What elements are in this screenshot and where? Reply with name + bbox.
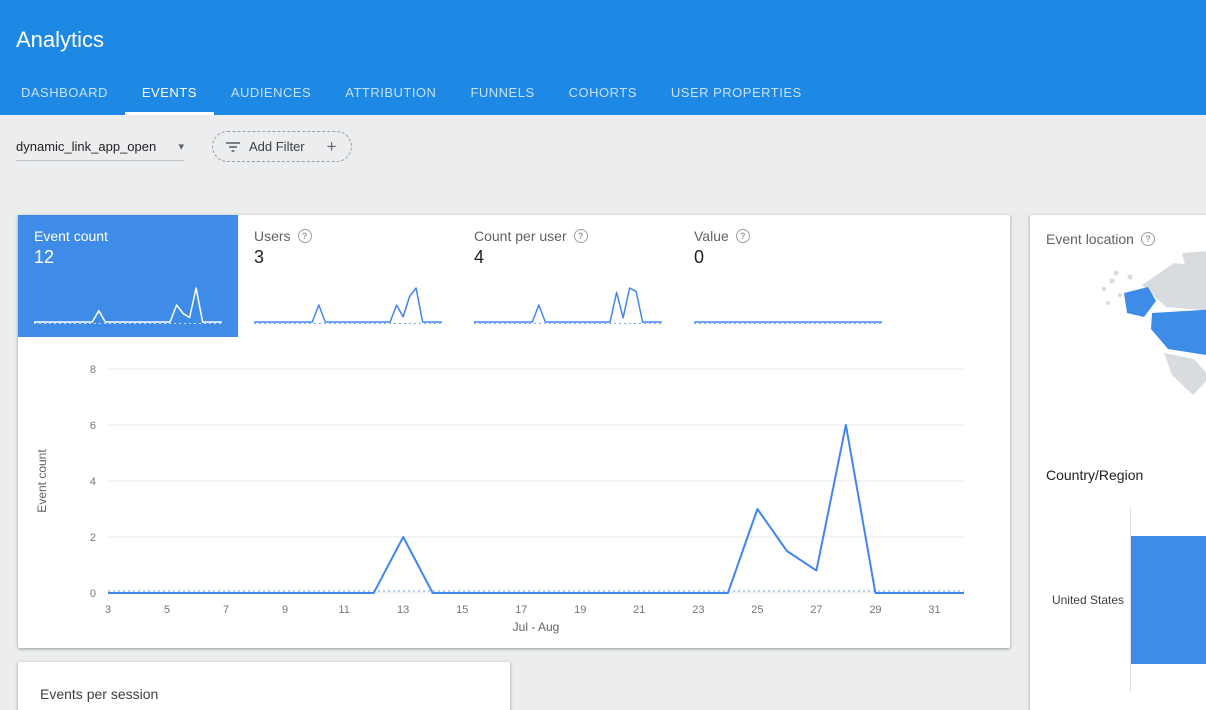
metric-tiles: Event count 12 Users ? 3 Count per user …: [18, 215, 898, 337]
tab-audiences[interactable]: AUDIENCES: [214, 69, 328, 115]
event-location-card: Event location ?: [1030, 215, 1206, 710]
svg-text:7: 7: [223, 604, 229, 616]
event-selector-value: dynamic_link_app_open: [16, 139, 156, 154]
caret-down-icon: ▾: [178, 140, 184, 153]
tab-user-properties[interactable]: USER PROPERTIES: [654, 69, 819, 115]
metric-label: Value: [694, 228, 729, 244]
metric-value: 12: [34, 247, 222, 268]
svg-text:3: 3: [105, 604, 111, 616]
filter-icon: [225, 139, 241, 155]
help-icon[interactable]: ?: [736, 229, 750, 243]
map-mexico: [1164, 353, 1206, 395]
event-selector-dropdown[interactable]: dynamic_link_app_open ▾: [16, 133, 184, 161]
app-title: Analytics: [16, 27, 104, 53]
svg-text:17: 17: [515, 604, 527, 616]
event-count-chart: 0 2 4 6 8 3 5 7 9 11 13 15 17 19 21 23 25 27 29 31 Jul - Aug…: [32, 355, 992, 650]
svg-text:9: 9: [282, 604, 288, 616]
country-label: United States: [1046, 507, 1130, 692]
country-bar-chart: United States: [1046, 507, 1206, 692]
svg-text:11: 11: [338, 604, 349, 616]
nav-tabs: DASHBOARD EVENTS AUDIENCES ATTRIBUTION F…: [4, 69, 819, 115]
svg-text:5: 5: [164, 604, 170, 616]
svg-text:Jul - Aug: Jul - Aug: [513, 620, 560, 634]
country-region-heading: Country/Region: [1046, 467, 1206, 483]
metric-value: 3: [254, 247, 442, 268]
svg-text:4: 4: [90, 476, 96, 488]
metric-tile-event-count[interactable]: Event count 12: [18, 215, 238, 337]
svg-text:23: 23: [692, 604, 704, 616]
tab-dashboard[interactable]: DASHBOARD: [4, 69, 125, 115]
svg-text:29: 29: [869, 604, 881, 616]
app-header: Analytics DASHBOARD EVENTS AUDIENCES ATT…: [0, 0, 1206, 115]
event-count-sparkline: [34, 281, 222, 325]
svg-text:8: 8: [90, 364, 96, 376]
help-icon[interactable]: ?: [574, 229, 588, 243]
svg-text:19: 19: [574, 604, 586, 616]
map-united-states: [1151, 309, 1206, 355]
svg-text:31: 31: [928, 604, 940, 616]
metric-label: Count per user: [474, 228, 567, 244]
count-per-user-sparkline: [474, 281, 662, 325]
add-filter-button[interactable]: Add Filter +: [212, 131, 352, 162]
event-location-title: Event location: [1046, 231, 1134, 247]
metric-label: Users: [254, 228, 291, 244]
tab-attribution[interactable]: ATTRIBUTION: [328, 69, 453, 115]
world-map: [1096, 251, 1206, 441]
svg-text:27: 27: [810, 604, 822, 616]
tab-funnels[interactable]: FUNNELS: [453, 69, 551, 115]
north-america-map: [1096, 251, 1206, 441]
events-overview-card: Event count 12 Users ? 3 Count per user …: [18, 215, 1010, 648]
event-count-line-chart: 0 2 4 6 8 3 5 7 9 11 13 15 17 19 21 23 25 27 29 31 Jul - Aug…: [32, 355, 992, 645]
events-per-session-card: Events per session: [18, 662, 510, 710]
svg-text:6: 6: [90, 420, 96, 432]
value-sparkline: [694, 281, 882, 325]
add-icon: +: [327, 137, 337, 157]
svg-text:2: 2: [90, 532, 96, 544]
metric-tile-count-per-user[interactable]: Count per user ? 4: [458, 215, 678, 337]
help-icon[interactable]: ?: [298, 229, 312, 243]
united-states-bar: [1131, 536, 1206, 664]
tab-cohorts[interactable]: COHORTS: [552, 69, 654, 115]
metric-tile-users[interactable]: Users ? 3: [238, 215, 458, 337]
events-per-session-title: Events per session: [40, 686, 488, 702]
tab-events[interactable]: EVENTS: [125, 69, 214, 115]
svg-text:0: 0: [90, 588, 96, 600]
users-sparkline: [254, 281, 442, 325]
svg-text:13: 13: [397, 604, 409, 616]
svg-text:Event count: Event count: [35, 449, 49, 513]
metric-value: 0: [694, 247, 882, 268]
metric-tile-value[interactable]: Value ? 0: [678, 215, 898, 337]
help-icon[interactable]: ?: [1141, 232, 1155, 246]
svg-text:25: 25: [751, 604, 763, 616]
add-filter-label: Add Filter: [249, 139, 305, 154]
svg-text:21: 21: [633, 604, 645, 616]
metric-value: 4: [474, 247, 662, 268]
svg-text:15: 15: [456, 604, 468, 616]
metric-label: Event count: [34, 228, 222, 244]
